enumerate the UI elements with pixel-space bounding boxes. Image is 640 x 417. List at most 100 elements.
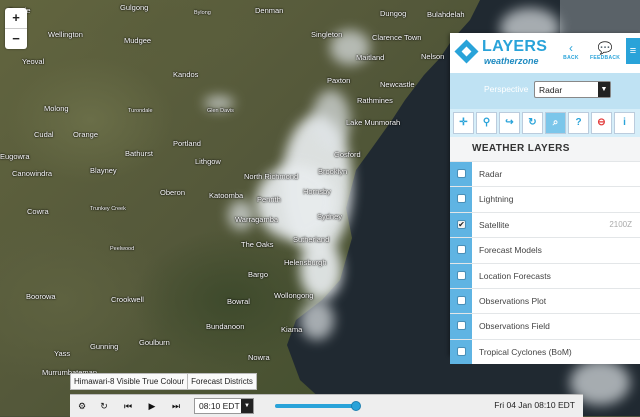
play-icon: ▶ [148, 401, 156, 411]
layer-name: Satellite [479, 219, 510, 230]
refresh-tool-button[interactable]: ↻ [522, 112, 543, 134]
place-label: Gunning [90, 342, 119, 351]
place-label: Portland [173, 139, 201, 148]
layer-checkbox[interactable] [457, 270, 466, 280]
loop-button[interactable]: ↻ [97, 399, 111, 413]
perspective-select[interactable]: Radar ▼ [534, 81, 611, 98]
place-label: Brooklyn [318, 167, 348, 176]
time-slider-handle[interactable] [350, 401, 361, 411]
menu-button[interactable]: ≡ [626, 38, 640, 64]
active-layer-label: Himawari-8 Visible True Colour [74, 377, 185, 386]
share-tool-button[interactable]: ↪ [499, 112, 520, 134]
search-icon: ⌕ [552, 117, 559, 128]
layer-row[interactable]: Observations Field [450, 313, 640, 339]
place-label: Bundanoon [206, 322, 245, 331]
layer-row[interactable]: Radar [450, 161, 640, 187]
help-tool-button[interactable]: ? [568, 112, 589, 134]
map-toolbar: ✛ ⚲ ↪ ↻ ⌕ ? ⊖ i [450, 109, 640, 137]
time-value: 08:10 EDT [199, 401, 240, 411]
zoom-control: + − [5, 8, 27, 49]
place-label: Glen Davis [207, 108, 234, 114]
clear-tool-button[interactable]: ⊖ [591, 112, 612, 134]
layer-checkbox[interactable] [457, 194, 466, 204]
chevron-left-icon: ‹ [569, 41, 573, 55]
place-label: Warragamba [235, 215, 279, 224]
place-label: Crookwell [111, 295, 144, 304]
place-label: Hornsby [303, 187, 331, 196]
place-label: Canowindra [12, 169, 53, 178]
layers-panel: LAYERS weatherzone ‹ BACK 💬 FEEDBACK ≡ P… [450, 33, 640, 365]
zoom-out-button[interactable]: − [5, 28, 27, 49]
settings-button[interactable]: ⚙ [75, 399, 89, 413]
layer-name: Location Forecasts [479, 270, 551, 281]
layer-row[interactable]: Forecast Models [450, 237, 640, 263]
skip-back-button[interactable]: ⏮ [121, 399, 135, 413]
time-select[interactable]: 08:10 EDT ▼ [194, 398, 254, 414]
zoom-in-button[interactable]: + [5, 8, 27, 28]
layer-timestamp: 2100Z [609, 219, 632, 229]
layer-row[interactable]: Tropical Cyclones (BoM) [450, 338, 640, 365]
panel-header: LAYERS weatherzone ‹ BACK 💬 FEEDBACK ≡ [450, 33, 640, 73]
place-label: Katoomba [209, 191, 244, 200]
place-label: Bowral [227, 297, 250, 306]
layer-checkbox[interactable]: ✔ [457, 219, 466, 229]
refresh-icon: ↻ [100, 401, 108, 411]
layer-checkbox[interactable] [457, 169, 466, 178]
layer-row[interactable]: ✔ Satellite 2100Z [450, 211, 640, 238]
feedback-button[interactable]: 💬 FEEDBACK [590, 41, 620, 61]
layer-list: Radar Lightning ✔ Satellite 2100Z Forecast Mo… [450, 161, 640, 365]
layer-name: Forecast Models [479, 245, 542, 256]
weather-layers-heading: WEATHER LAYERS [450, 137, 640, 161]
gear-icon: ⚙ [77, 401, 87, 411]
place-label: Yass [54, 349, 71, 358]
location-tool-button[interactable]: ⚲ [476, 112, 497, 134]
place-label: Oberon [160, 188, 186, 197]
place-label: Cudal [34, 130, 54, 139]
layer-toggle-strip [450, 238, 472, 263]
place-label: Trunkey Creek [90, 206, 126, 212]
share-arrow-icon: ↪ [505, 117, 514, 128]
weatherzone-logo-icon [454, 39, 479, 64]
place-label: Wollongong [274, 291, 314, 300]
place-label: Gulgong [120, 3, 149, 12]
play-button[interactable]: ▶ [145, 399, 159, 413]
place-label: Nowra [248, 353, 270, 362]
back-button[interactable]: ‹ BACK [556, 41, 586, 61]
skip-forward-button[interactable]: ⏭ [169, 399, 183, 413]
time-slider[interactable] [275, 401, 361, 411]
speech-bubble-icon: 💬 [597, 41, 613, 55]
feedback-label: FEEDBACK [590, 55, 621, 61]
crosshair-tool-button[interactable]: ✛ [453, 112, 474, 134]
brand-name: weatherzone [484, 56, 539, 66]
place-label: Eugowra [0, 152, 30, 161]
place-label: Molong [44, 104, 69, 113]
layer-row[interactable]: Observations Plot [450, 287, 640, 314]
layer-row[interactable]: Location Forecasts [450, 262, 640, 288]
dropdown-arrow-icon: ▼ [598, 82, 610, 97]
place-label: Goulburn [139, 338, 170, 347]
help-icon: ? [575, 117, 582, 128]
layer-checkbox[interactable] [457, 245, 466, 255]
place-label: The Oaks [241, 240, 274, 249]
layer-checkbox[interactable] [457, 321, 466, 331]
layer-toggle-strip [450, 339, 472, 365]
info-tool-button[interactable]: i [614, 112, 635, 134]
layer-name: Radar [479, 169, 503, 179]
current-datetime: Fri 04 Jan 08:10 EDT [494, 400, 575, 410]
info-icon: i [623, 117, 626, 128]
layer-checkbox[interactable] [457, 295, 466, 305]
animation-player: ⚙ ↻ ⏮ ▶ ⏭ 08:10 EDT ▼ Fri 04 Jan 08:10 E… [70, 394, 583, 417]
place-label: Helensburgh [284, 258, 327, 267]
skip-back-icon: ⏮ [123, 401, 133, 411]
layer-checkbox[interactable] [457, 346, 466, 356]
crosshair-icon: ✛ [459, 117, 468, 128]
time-slider-fill [275, 404, 356, 408]
layer-name: Lightning [479, 194, 514, 205]
cloud-mass [300, 300, 334, 340]
districts-label[interactable]: Forecast Districts [187, 374, 256, 389]
layer-row[interactable]: Lightning [450, 186, 640, 212]
place-label: Kandos [173, 70, 199, 79]
place-label: Nelson [421, 52, 445, 61]
measure-tool-button[interactable]: ⌕ [545, 112, 566, 134]
place-label: Bargo [248, 270, 269, 279]
